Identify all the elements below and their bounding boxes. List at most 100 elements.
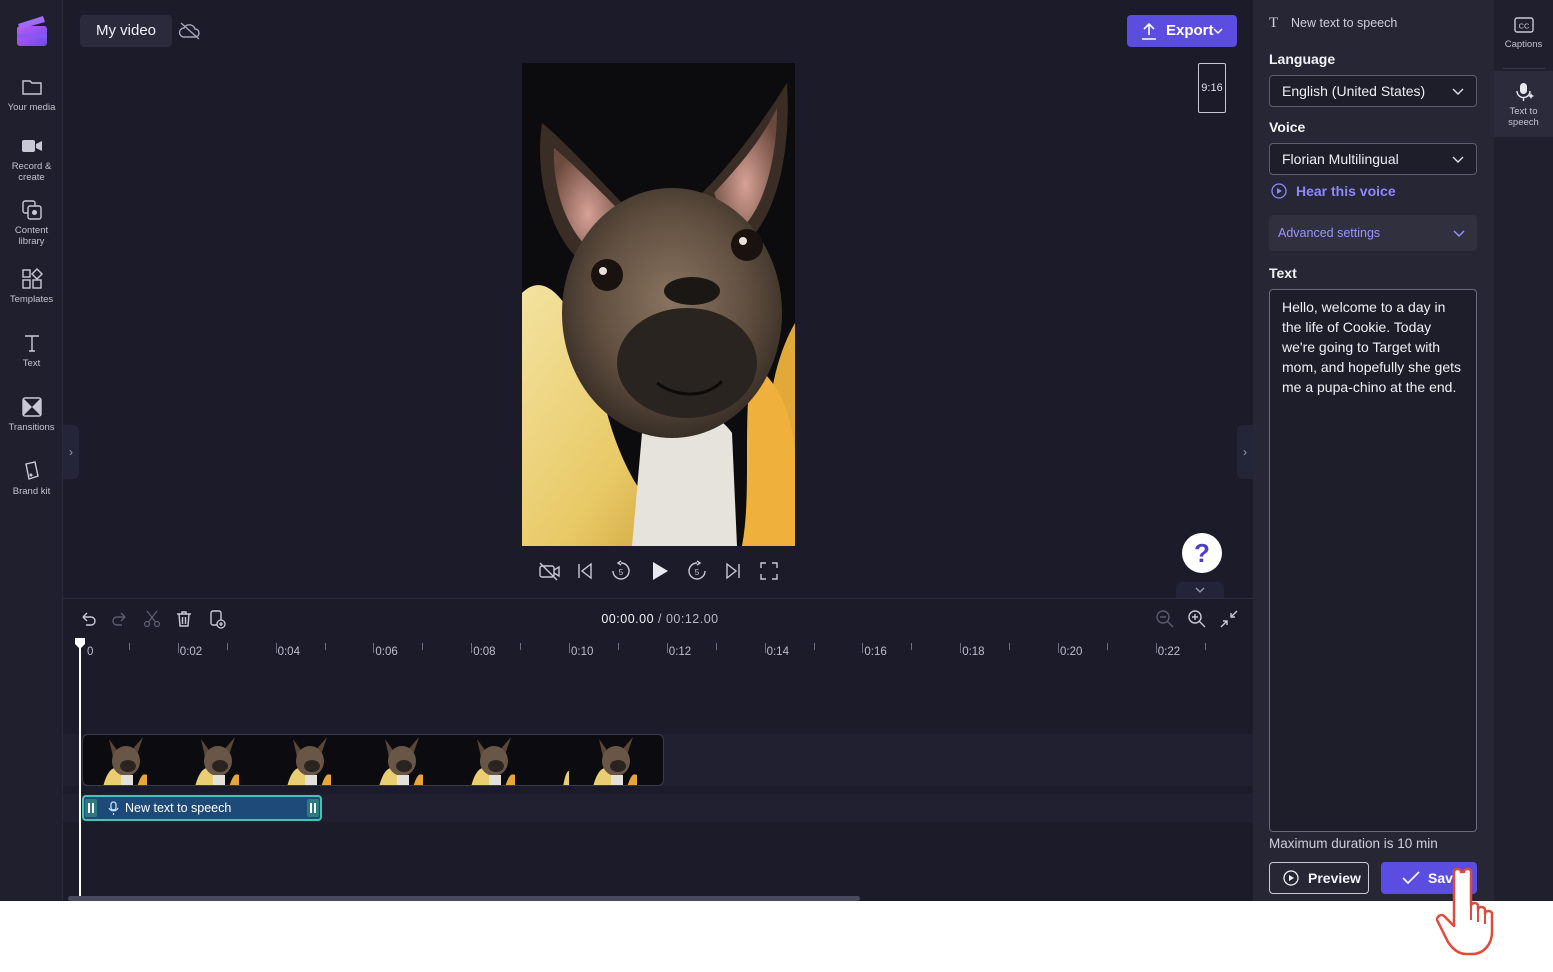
nav-templates[interactable]: Templates (0, 268, 63, 305)
dog-image (522, 63, 795, 546)
ruler-tick (569, 643, 570, 653)
ruler-tick-minor (128, 643, 130, 650)
playhead[interactable] (79, 645, 81, 901)
nav-label: Your media (7, 102, 56, 113)
ruler-tick (960, 643, 962, 653)
nav-brand-kit[interactable]: Brand kit (0, 460, 63, 497)
skip-to-end-icon[interactable] (722, 560, 744, 582)
fit-timeline-icon[interactable] (1219, 609, 1239, 629)
thumbnail-frame (471, 737, 515, 785)
collapse-help-button[interactable] (1176, 582, 1224, 598)
ruler-tick-minor (911, 643, 913, 650)
project-title[interactable]: My video (80, 15, 173, 47)
ruler-tick (177, 643, 179, 653)
undo-icon[interactable] (78, 609, 98, 629)
captions-icon: CC (1513, 17, 1534, 33)
play-circle-icon (1283, 870, 1299, 886)
camera-off-icon[interactable] (538, 560, 560, 582)
svg-text:5: 5 (619, 568, 624, 577)
nav-label: Transitions (8, 422, 55, 433)
voice-label: Voice (1269, 119, 1306, 135)
ruler-label: 0:02 (179, 646, 203, 658)
nav-content-library[interactable]: Content library (0, 199, 63, 247)
chevron-down-icon (1213, 28, 1223, 34)
rail-captions[interactable]: CC Captions (1494, 14, 1553, 50)
collapse-left-panel-button[interactable]: › (63, 425, 79, 479)
preview-button[interactable]: Preview (1269, 862, 1369, 894)
export-button[interactable]: Export (1127, 15, 1237, 47)
total-time: 00:12.00 (665, 612, 719, 626)
rail-label: Captions (1504, 39, 1543, 50)
ruler-label: 0:04 (277, 646, 300, 658)
voice-select[interactable]: Florian Multilingual (1269, 143, 1477, 175)
help-button[interactable]: ? (1182, 533, 1222, 573)
zoom-out-icon[interactable] (1155, 609, 1175, 629)
ruler-tick-minor (1106, 643, 1108, 650)
language-value: English (United States) (1282, 83, 1426, 99)
clip-thumbnails (103, 737, 637, 785)
cloud-off-icon[interactable] (178, 20, 202, 42)
scissors-icon[interactable] (142, 609, 162, 629)
divider (63, 598, 1253, 599)
ruler-tick-minor (422, 643, 424, 650)
ruler-tick (862, 643, 864, 653)
duplicate-icon[interactable] (207, 609, 227, 629)
nav-transitions[interactable]: Transitions (0, 396, 63, 433)
hand-pointer-icon (1435, 867, 1494, 956)
timeline-scrollbar[interactable] (68, 896, 860, 901)
clip-trim-handle-right[interactable] (307, 799, 319, 817)
ruler-label: 0 (87, 646, 94, 658)
ruler-tick (373, 643, 375, 653)
tts-clip-label: New text to speech (125, 801, 232, 815)
video-preview[interactable] (522, 63, 795, 546)
ruler-tick-minor (324, 643, 326, 650)
ruler-tick (1058, 643, 1059, 653)
nav-your-media[interactable]: Your media (0, 76, 63, 113)
thumbnail-frame (593, 737, 637, 785)
fullscreen-icon[interactable] (758, 560, 780, 582)
redo-icon[interactable] (110, 609, 130, 629)
checkmark-icon (1402, 871, 1420, 885)
ruler-tick-minor (715, 643, 717, 650)
chevron-down-icon (1452, 156, 1464, 163)
skip-to-start-icon[interactable] (574, 560, 596, 582)
zoom-in-icon[interactable] (1187, 609, 1207, 629)
ruler-label: 0:16 (864, 646, 887, 658)
ruler-tick-minor (226, 643, 228, 650)
thumbnail-frame (103, 737, 147, 785)
current-time: 00:00.00 (601, 612, 655, 626)
playhead-handle[interactable] (74, 637, 86, 649)
forward-5-icon[interactable]: 5 (686, 560, 708, 582)
ruler-label: 0:18 (962, 646, 985, 658)
ruler-label: 0:06 (375, 646, 398, 658)
nav-label: Text (22, 358, 41, 369)
ruler-label: 0:20 (1060, 646, 1083, 658)
nav-text[interactable]: Text (0, 332, 63, 369)
video-clip[interactable] (82, 734, 664, 786)
nav-label: Brand kit (12, 486, 51, 497)
svg-text:5: 5 (695, 568, 700, 577)
panel-title: New text to speech (1291, 16, 1398, 30)
speech-icon (108, 801, 119, 815)
app-logo[interactable] (15, 14, 49, 48)
ruler-tick (275, 643, 277, 653)
aspect-ratio-button[interactable]: 9:16 (1198, 63, 1226, 113)
clip-trim-handle-left[interactable] (85, 799, 97, 817)
thumbnail-frame (287, 737, 331, 785)
language-select[interactable]: English (United States) (1269, 75, 1477, 107)
nav-record-create[interactable]: Record & create (0, 135, 63, 183)
play-icon[interactable] (648, 560, 670, 582)
ruler-label: 0:10 (571, 646, 594, 658)
max-duration-note: Maximum duration is 10 min (1269, 836, 1438, 851)
advanced-settings-toggle[interactable]: Advanced settings (1269, 215, 1477, 251)
trash-icon[interactable] (174, 609, 194, 629)
tts-text-input[interactable]: Hello, welcome to a day in the life of C… (1269, 289, 1477, 832)
time-readout: 00:00.00 / 00:12.00 (560, 612, 760, 626)
chevron-down-icon (1195, 587, 1205, 593)
rewind-5-icon[interactable]: 5 (610, 560, 632, 582)
text-to-speech-icon (1515, 83, 1534, 101)
rail-text-to-speech[interactable]: Text to speech (1494, 81, 1553, 128)
nav-label: Templates (9, 294, 54, 305)
tts-audio-clip[interactable]: New text to speech (82, 795, 322, 821)
collapse-right-panel-button[interactable]: › (1237, 425, 1253, 479)
